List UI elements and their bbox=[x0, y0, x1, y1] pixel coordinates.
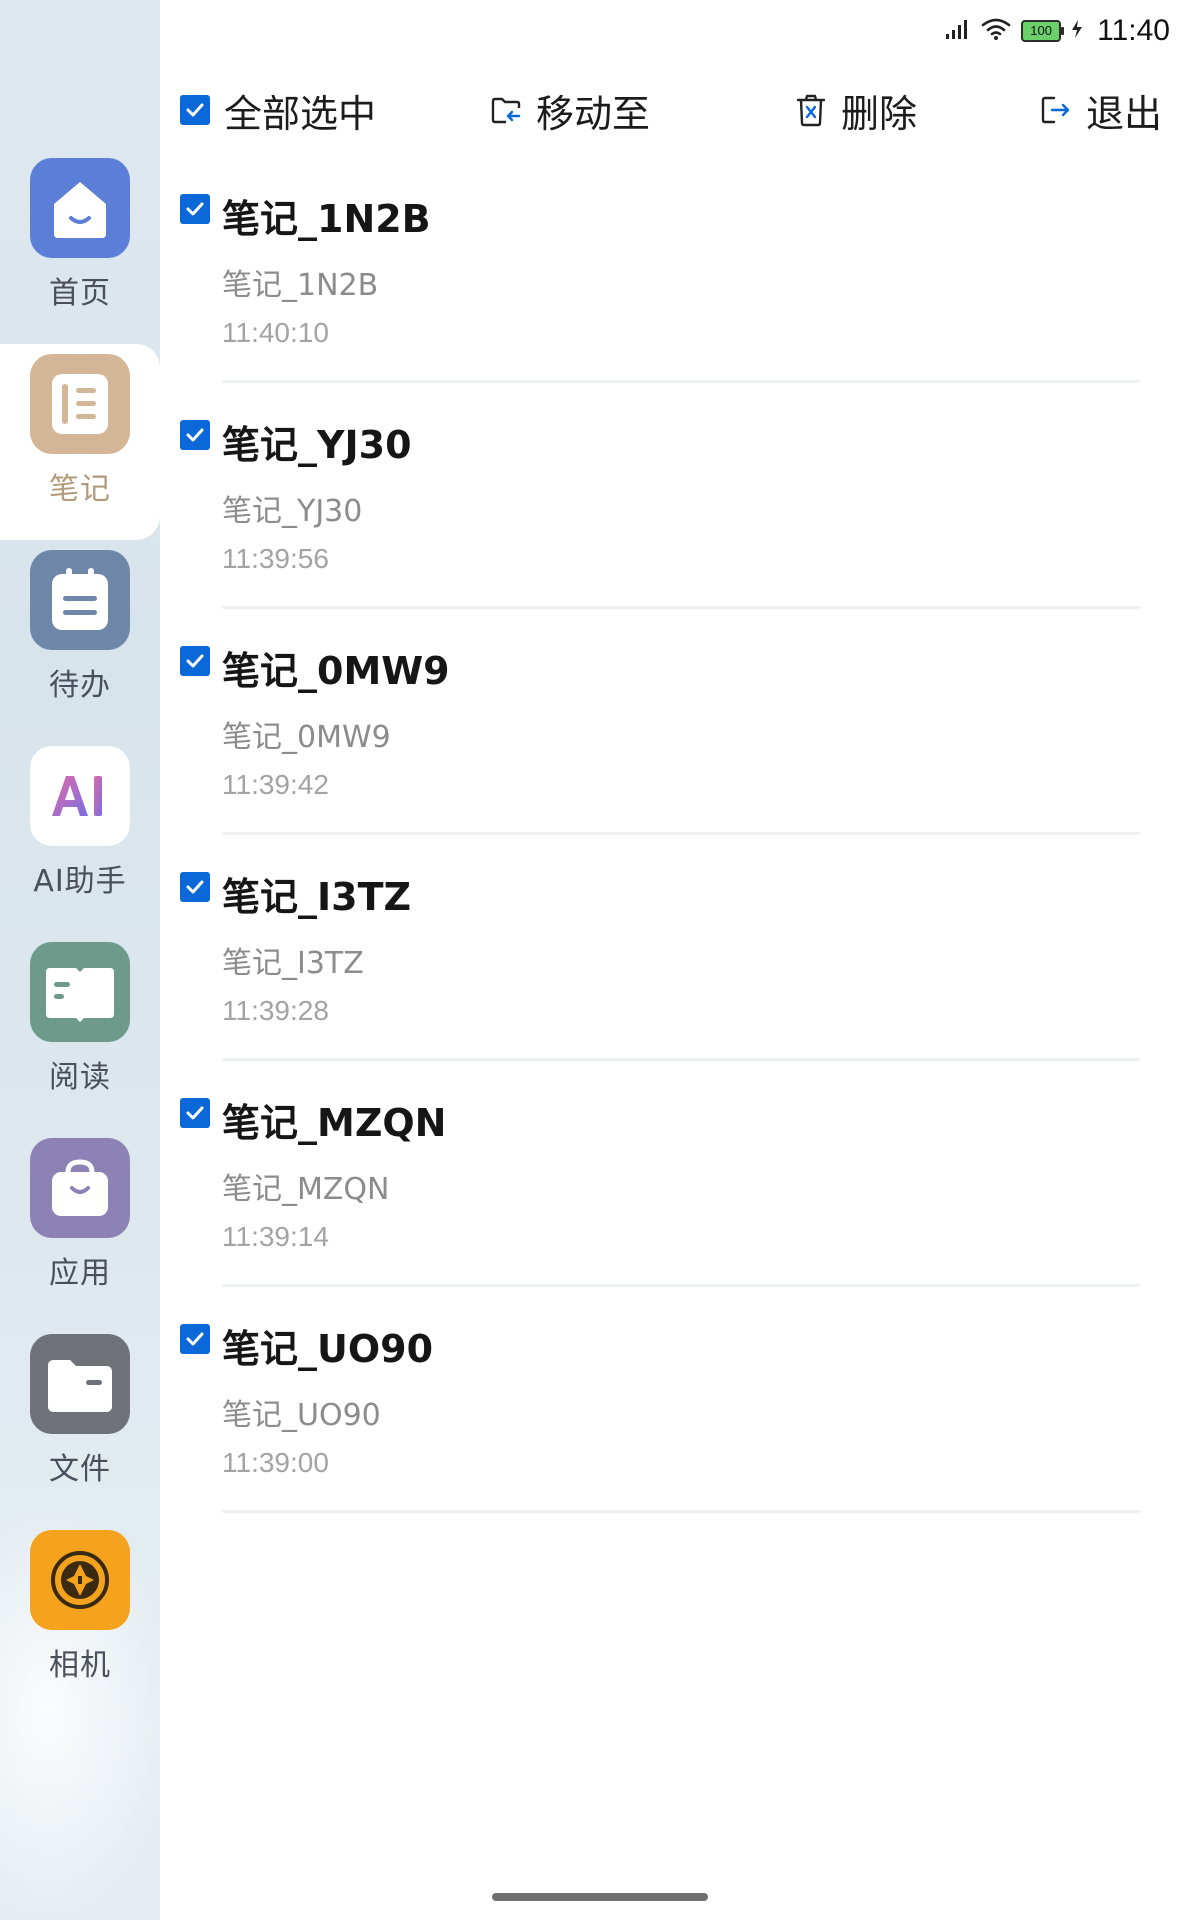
note-title: 笔记_YJ30 bbox=[222, 423, 412, 467]
sidebar-item-label: 笔记 bbox=[49, 472, 111, 507]
exit-icon bbox=[1040, 94, 1072, 126]
status-time: 11:40 bbox=[1097, 14, 1170, 47]
cellular-signal-icon bbox=[945, 18, 971, 44]
delete-label: 删除 bbox=[841, 91, 918, 136]
note-title: 笔记_0MW9 bbox=[222, 649, 450, 693]
sidebar-item-label: 阅读 bbox=[49, 1060, 111, 1095]
sidebar-item-notes[interactable]: 笔记 bbox=[0, 344, 160, 540]
note-preview: 笔记_YJ30 bbox=[222, 494, 363, 529]
sidebar-item-files[interactable]: 文件 bbox=[0, 1324, 160, 1520]
sidebar-item-camera[interactable]: 相机 bbox=[0, 1520, 160, 1716]
exit-button[interactable]: 退出 bbox=[1040, 85, 1163, 136]
note-timestamp: 11:39:00 bbox=[222, 1447, 329, 1478]
folder-icon bbox=[30, 1334, 130, 1434]
home-indicator[interactable] bbox=[492, 1893, 708, 1901]
delete-button[interactable]: 删除 bbox=[795, 85, 918, 136]
divider bbox=[222, 1058, 1140, 1061]
sidebar-item-label: 文件 bbox=[49, 1452, 111, 1487]
note-timestamp: 11:39:14 bbox=[222, 1221, 329, 1252]
trash-icon bbox=[795, 93, 827, 127]
todo-icon bbox=[30, 550, 130, 650]
apps-icon bbox=[30, 1138, 130, 1238]
note-checkbox[interactable] bbox=[180, 646, 210, 676]
note-preview: 笔记_0MW9 bbox=[222, 720, 391, 755]
note-timestamp: 11:39:42 bbox=[222, 769, 329, 800]
note-title: 笔记_I3TZ bbox=[222, 875, 412, 919]
note-item[interactable]: 笔记_MZQN 笔记_MZQN 11:39:14 bbox=[160, 1084, 1200, 1310]
move-to-button[interactable]: 移动至 bbox=[490, 85, 651, 136]
note-item[interactable]: 笔记_YJ30 笔记_YJ30 11:39:56 bbox=[160, 406, 1200, 632]
note-item[interactable]: 笔记_UO90 笔记_UO90 11:39:00 bbox=[160, 1310, 1200, 1536]
move-folder-icon bbox=[490, 94, 522, 126]
note-list: 笔记_1N2B 笔记_1N2B 11:40:10 笔记_YJ30 笔记_YJ30… bbox=[160, 180, 1200, 1536]
move-to-label: 移动至 bbox=[536, 91, 651, 136]
camera-icon bbox=[30, 1530, 130, 1630]
divider bbox=[222, 1510, 1140, 1513]
note-checkbox[interactable] bbox=[180, 420, 210, 450]
notes-icon bbox=[30, 354, 130, 454]
sidebar: 首页 笔记 待办 AI助手 阅读 应用 文件 相机 bbox=[0, 0, 160, 1920]
note-timestamp: 11:40:10 bbox=[222, 317, 329, 348]
divider bbox=[222, 380, 1140, 383]
exit-label: 退出 bbox=[1086, 91, 1163, 136]
sidebar-item-label: 应用 bbox=[49, 1256, 111, 1291]
book-icon bbox=[30, 942, 130, 1042]
note-preview: 笔记_UO90 bbox=[222, 1398, 381, 1433]
wifi-icon bbox=[981, 17, 1011, 45]
divider bbox=[222, 1284, 1140, 1287]
select-all-label: 全部选中 bbox=[224, 91, 377, 136]
note-checkbox[interactable] bbox=[180, 1098, 210, 1128]
battery-icon: 100 bbox=[1021, 20, 1065, 42]
ai-icon bbox=[30, 746, 130, 846]
note-item[interactable]: 笔记_I3TZ 笔记_I3TZ 11:39:28 bbox=[160, 858, 1200, 1084]
divider bbox=[222, 606, 1140, 609]
note-title: 笔记_MZQN bbox=[222, 1101, 447, 1145]
note-title: 笔记_1N2B bbox=[222, 197, 431, 241]
sidebar-item-todo[interactable]: 待办 bbox=[0, 540, 160, 736]
sidebar-item-apps[interactable]: 应用 bbox=[0, 1128, 160, 1324]
home-icon bbox=[30, 158, 130, 258]
note-timestamp: 11:39:28 bbox=[222, 995, 329, 1026]
sidebar-item-ai-assistant[interactable]: AI助手 bbox=[0, 736, 160, 932]
checkbox-checked-icon bbox=[180, 95, 210, 125]
divider bbox=[222, 832, 1140, 835]
charging-icon bbox=[1071, 19, 1083, 43]
sidebar-item-label: 待办 bbox=[49, 668, 111, 703]
note-item[interactable]: 笔记_0MW9 笔记_0MW9 11:39:42 bbox=[160, 632, 1200, 858]
status-bar: 100 11:40 bbox=[945, 10, 1170, 52]
sidebar-item-label: 相机 bbox=[49, 1648, 111, 1683]
selection-toolbar: 全部选中 移动至 删除 退出 bbox=[160, 75, 1200, 145]
note-preview: 笔记_1N2B bbox=[222, 268, 379, 303]
sidebar-item-home[interactable]: 首页 bbox=[0, 148, 160, 344]
note-preview: 笔记_MZQN bbox=[222, 1172, 390, 1207]
note-checkbox[interactable] bbox=[180, 1324, 210, 1354]
sidebar-item-reading[interactable]: 阅读 bbox=[0, 932, 160, 1128]
sidebar-item-label: AI助手 bbox=[33, 864, 127, 899]
note-title: 笔记_UO90 bbox=[222, 1327, 434, 1371]
note-checkbox[interactable] bbox=[180, 194, 210, 224]
select-all-button[interactable]: 全部选中 bbox=[180, 85, 377, 136]
note-checkbox[interactable] bbox=[180, 872, 210, 902]
note-item[interactable]: 笔记_1N2B 笔记_1N2B 11:40:10 bbox=[160, 180, 1200, 406]
sidebar-item-label: 首页 bbox=[49, 276, 111, 311]
note-preview: 笔记_I3TZ bbox=[222, 946, 364, 981]
note-timestamp: 11:39:56 bbox=[222, 543, 329, 574]
